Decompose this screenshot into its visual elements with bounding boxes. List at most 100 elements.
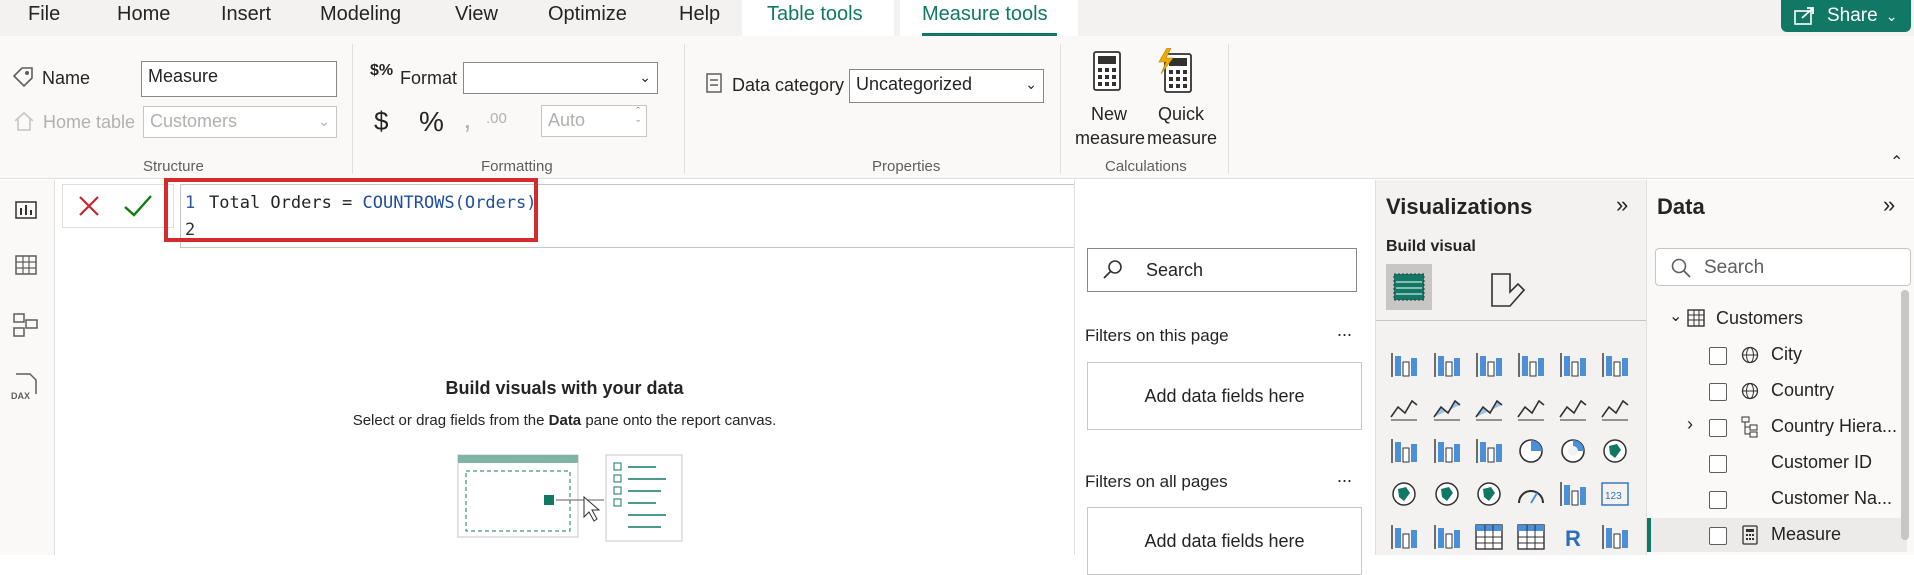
chevron-down-icon[interactable]: ⌄: [1669, 306, 1682, 326]
azure-map-icon[interactable]: [1473, 479, 1505, 509]
fields-icon: [1393, 273, 1425, 301]
scatter-chart-icon[interactable]: [1473, 436, 1505, 466]
checkmark-icon[interactable]: [123, 193, 153, 219]
tab-help[interactable]: Help: [679, 3, 720, 26]
collapse-ribbon-icon[interactable]: ⌃: [1890, 152, 1903, 172]
field-country-hierarchy[interactable]: › Country Hiera...: [1647, 410, 1907, 444]
multi-row-card-icon[interactable]: 123: [1599, 479, 1631, 509]
table-name: Customers: [1716, 308, 1804, 328]
quick-measure-button[interactable]: [1155, 47, 1199, 98]
gauge-icon[interactable]: [1515, 479, 1547, 509]
data-title: Data: [1657, 194, 1705, 219]
matrix-icon[interactable]: [1515, 522, 1547, 552]
field-country[interactable]: Country: [1647, 374, 1907, 408]
more-options-icon[interactable]: ...: [1337, 320, 1352, 341]
tab-table-tools[interactable]: Table tools: [767, 3, 863, 26]
table-customers[interactable]: ⌄ Customers: [1647, 302, 1907, 336]
tab-insert[interactable]: Insert: [221, 3, 271, 26]
field-customer-id[interactable]: Customer ID: [1647, 446, 1907, 480]
tab-home[interactable]: Home: [117, 3, 170, 26]
comma-button[interactable]: ‚: [464, 102, 471, 136]
format-visual-icon[interactable]: [1488, 270, 1528, 310]
report-view-icon[interactable]: [14, 198, 38, 220]
donut-chart-icon[interactable]: [1557, 436, 1589, 466]
format-select[interactable]: ⌄: [463, 62, 658, 94]
stacked-column-chart-icon[interactable]: [1431, 350, 1463, 380]
tab-measure-tools[interactable]: Measure tools: [922, 3, 1048, 26]
ribbon-chart-icon[interactable]: [1515, 393, 1547, 423]
treemap-icon[interactable]: [1599, 436, 1631, 466]
build-visual-tab[interactable]: [1386, 264, 1432, 310]
area-chart-icon[interactable]: [1431, 393, 1463, 423]
funnel-chart-icon[interactable]: [1431, 436, 1463, 466]
data-category-select[interactable]: Uncategorized ⌄: [849, 69, 1044, 103]
tab-file[interactable]: File: [28, 3, 60, 26]
filters-search-input[interactable]: Search: [1087, 248, 1357, 292]
tab-optimize[interactable]: Optimize: [548, 3, 627, 26]
100-column-chart-icon[interactable]: [1599, 350, 1631, 380]
field-city[interactable]: City: [1647, 338, 1907, 372]
tab-modeling[interactable]: Modeling: [320, 3, 401, 26]
percent-button[interactable]: %: [419, 106, 444, 138]
name-field[interactable]: Measure: [141, 61, 337, 97]
r-visual-icon[interactable]: R: [1557, 522, 1589, 552]
line-clustered-column-icon[interactable]: [1599, 393, 1631, 423]
hierarchy-icon: [1741, 416, 1758, 438]
model-view-icon[interactable]: [12, 312, 40, 338]
100-bar-chart-icon[interactable]: [1557, 350, 1589, 380]
scrollbar[interactable]: [1901, 290, 1909, 540]
field-checkbox[interactable]: [1709, 419, 1727, 437]
field-checkbox[interactable]: [1709, 383, 1727, 401]
slicer-icon[interactable]: [1431, 522, 1463, 552]
data-category-icon: [706, 73, 722, 93]
filters-all-dropzone[interactable]: Add data fields here: [1087, 507, 1362, 575]
divider: [1060, 44, 1061, 174]
divider: [1228, 44, 1229, 174]
collapse-pane-icon[interactable]: »: [1883, 192, 1895, 218]
field-name: Country: [1771, 380, 1835, 400]
line-chart-icon[interactable]: [1388, 393, 1420, 423]
dax-query-view-icon[interactable]: DAX: [10, 372, 42, 402]
stacked-bar-chart-icon[interactable]: [1388, 350, 1420, 380]
field-checkbox[interactable]: [1709, 527, 1727, 545]
quick-calculator-icon: [1158, 47, 1192, 93]
card-icon[interactable]: [1557, 479, 1589, 509]
pie-chart-icon[interactable]: [1515, 436, 1547, 466]
line-column-chart-icon[interactable]: [1557, 393, 1589, 423]
tab-view[interactable]: View: [455, 3, 498, 26]
chevron-right-icon[interactable]: ›: [1687, 414, 1693, 435]
map-icon[interactable]: [1388, 479, 1420, 509]
clustered-bar-chart-icon[interactable]: [1473, 350, 1505, 380]
auto-value: Auto: [548, 110, 586, 130]
waterfall-chart-icon[interactable]: [1388, 436, 1420, 466]
collapse-pane-icon[interactable]: »: [1616, 192, 1628, 218]
clustered-column-chart-icon[interactable]: [1515, 350, 1547, 380]
data-search-input[interactable]: Search: [1655, 248, 1911, 286]
filled-map-icon[interactable]: [1431, 479, 1463, 509]
field-checkbox[interactable]: [1709, 491, 1727, 509]
data-category-value: Uncategorized: [856, 74, 973, 94]
svg-text:123: 123: [1605, 491, 1622, 502]
table-view-icon[interactable]: [14, 254, 38, 276]
field-measure[interactable]: Measure: [1647, 518, 1907, 552]
home-table-select[interactable]: Customers ⌄: [143, 106, 337, 138]
decimal-places-stepper[interactable]: Auto ˆˇ: [541, 105, 647, 137]
report-canvas[interactable]: Build visuals with your data Select or d…: [56, 248, 1073, 555]
new-measure-label: New: [1091, 104, 1128, 124]
currency-button[interactable]: $: [374, 106, 388, 137]
stepper-arrows-icon[interactable]: ˆˇ: [636, 106, 640, 132]
close-icon[interactable]: [77, 194, 101, 218]
kpi-icon[interactable]: [1388, 522, 1420, 552]
field-checkbox[interactable]: [1709, 347, 1727, 365]
visualizations-title: Visualizations: [1386, 194, 1533, 219]
calculations-group-title: Calculations: [1105, 158, 1187, 175]
stacked-area-chart-icon[interactable]: [1473, 393, 1505, 423]
decimal-button[interactable]: .00: [486, 110, 507, 127]
python-visual-icon[interactable]: [1599, 522, 1631, 552]
table-icon[interactable]: [1473, 522, 1505, 552]
share-button[interactable]: Share ⌄: [1781, 0, 1911, 32]
more-options-icon[interactable]: ...: [1337, 466, 1352, 487]
field-customer-name[interactable]: Customer Na...: [1647, 482, 1907, 516]
field-checkbox[interactable]: [1709, 455, 1727, 473]
filters-page-dropzone[interactable]: Add data fields here: [1087, 362, 1362, 430]
